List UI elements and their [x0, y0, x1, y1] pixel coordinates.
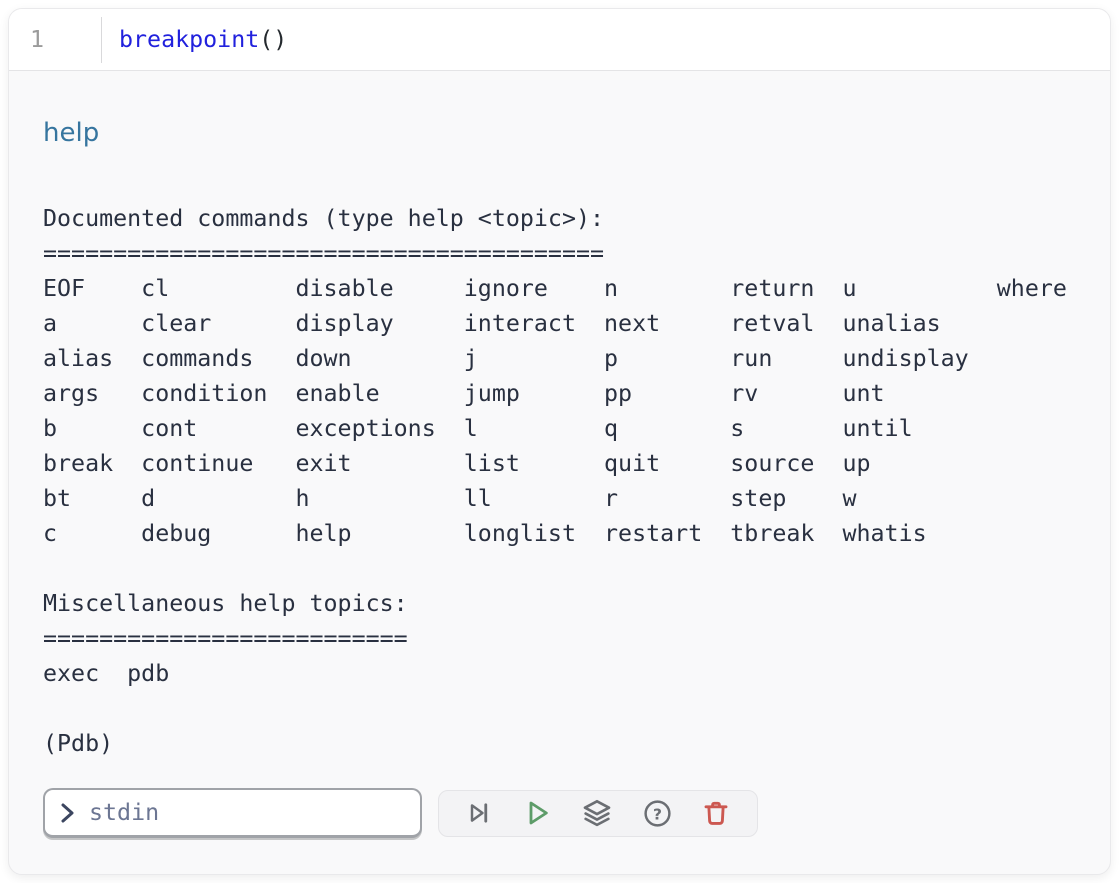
- chevron-right-icon: [60, 802, 75, 824]
- question-circle-icon: ?: [642, 798, 673, 829]
- toolbar: ?: [438, 790, 758, 837]
- code-line[interactable]: breakpoint(): [102, 9, 1110, 70]
- stdin-input-wrapper: [43, 788, 422, 838]
- debugger-panel: 1 breakpoint() help Documented commands …: [8, 8, 1111, 875]
- help-button[interactable]: ?: [640, 796, 675, 831]
- editor-gutter: 1: [9, 9, 101, 70]
- console-output-area[interactable]: help Documented commands (type help <top…: [9, 71, 1110, 875]
- trash-icon: [701, 798, 731, 828]
- line-number: 1: [30, 26, 44, 53]
- svg-text:?: ?: [653, 805, 662, 823]
- skip-end-icon: [465, 799, 493, 827]
- echoed-command: help: [43, 117, 1076, 149]
- stack-icon: [581, 797, 613, 829]
- step-button[interactable]: [463, 797, 495, 829]
- stdin-input[interactable]: [89, 799, 408, 826]
- run-button[interactable]: [519, 795, 555, 831]
- pdb-output: Documented commands (type help <topic>):…: [43, 201, 1076, 761]
- builtin-token: breakpoint: [119, 26, 259, 53]
- delete-button[interactable]: [699, 796, 733, 830]
- play-icon: [521, 797, 553, 829]
- stack-button[interactable]: [579, 795, 615, 831]
- punctuation-token: (): [259, 26, 287, 53]
- input-row: ?: [43, 788, 1076, 838]
- code-editor: 1 breakpoint(): [9, 9, 1110, 71]
